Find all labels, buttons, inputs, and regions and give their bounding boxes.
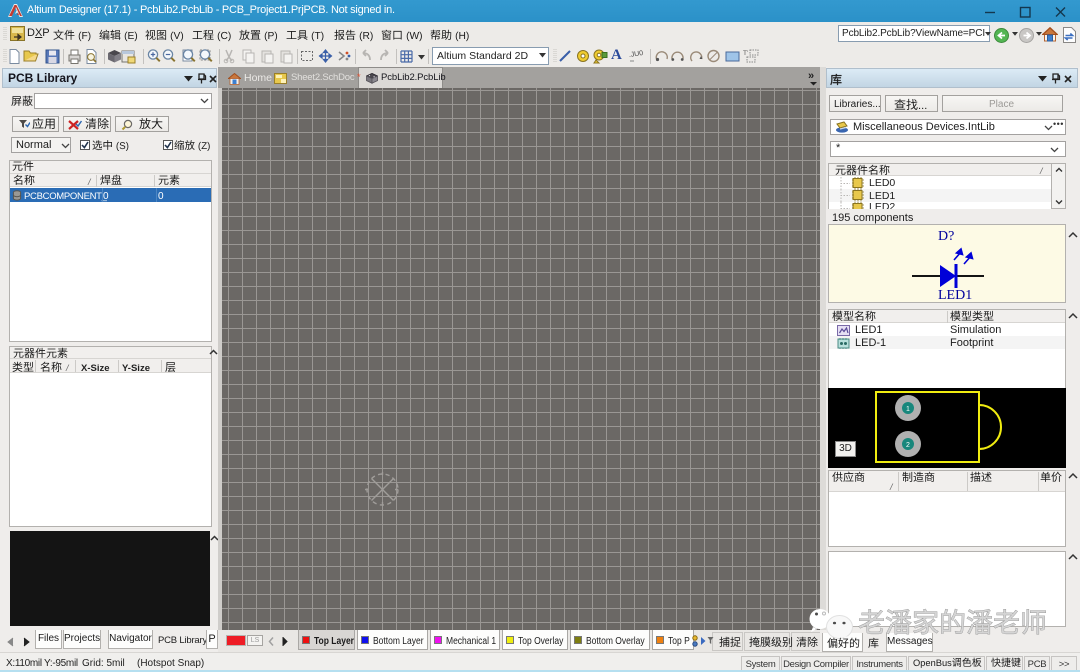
svg-text:.JU0: .JU0 bbox=[628, 50, 643, 59]
svg-text:1: 1 bbox=[906, 406, 910, 413]
svg-text:2: 2 bbox=[906, 442, 910, 449]
svg-text:»: » bbox=[808, 70, 814, 82]
svg-text:T’: T’ bbox=[743, 50, 749, 57]
